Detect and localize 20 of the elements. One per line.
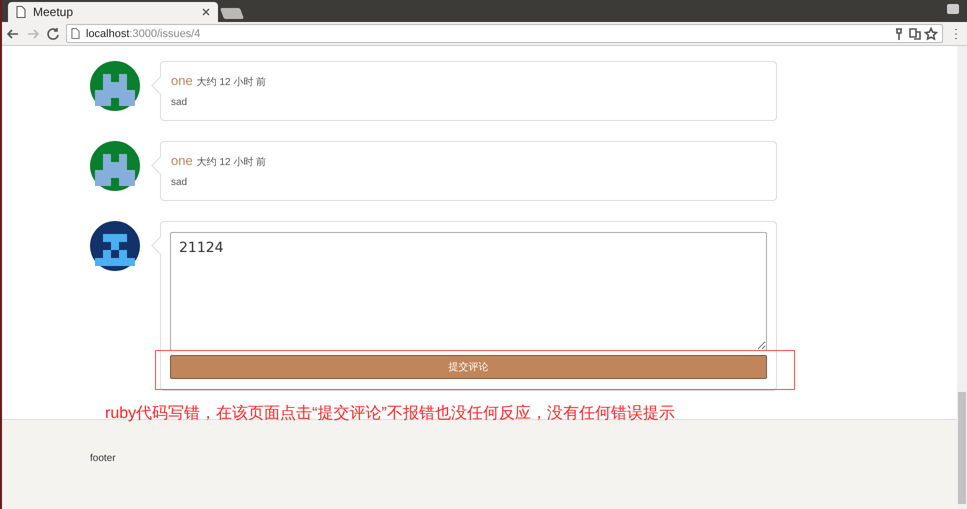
star-icon[interactable] xyxy=(924,26,938,40)
translate-icon[interactable] xyxy=(908,26,922,40)
scrollbar[interactable] xyxy=(957,46,967,509)
page-icon xyxy=(16,6,26,18)
comment-text: sad xyxy=(171,97,188,108)
scroll-thumb[interactable] xyxy=(958,392,966,504)
url-text: localhost:3000/issues/4 xyxy=(86,28,202,40)
comment-time: 大约 12 小时 前 xyxy=(196,76,266,89)
footer-text: footer xyxy=(90,453,116,464)
back-icon[interactable] xyxy=(6,26,20,40)
browser-tab[interactable]: Meetup xyxy=(8,2,218,22)
address-bar[interactable]: localhost:3000/issues/4 xyxy=(66,24,943,43)
annotation-text: ruby代码写错，在该页面点击“提交评论”不报错也没任何反应，没有任何错误提示 xyxy=(105,404,675,424)
page-icon xyxy=(71,28,80,39)
close-icon[interactable] xyxy=(202,8,210,16)
comment-time: 大约 12 小时 前 xyxy=(196,156,266,169)
reload-icon[interactable] xyxy=(46,26,60,40)
new-tab-button[interactable] xyxy=(220,8,244,19)
comment-field[interactable]: 21124 xyxy=(170,232,767,351)
comment-text: sad xyxy=(171,177,188,188)
